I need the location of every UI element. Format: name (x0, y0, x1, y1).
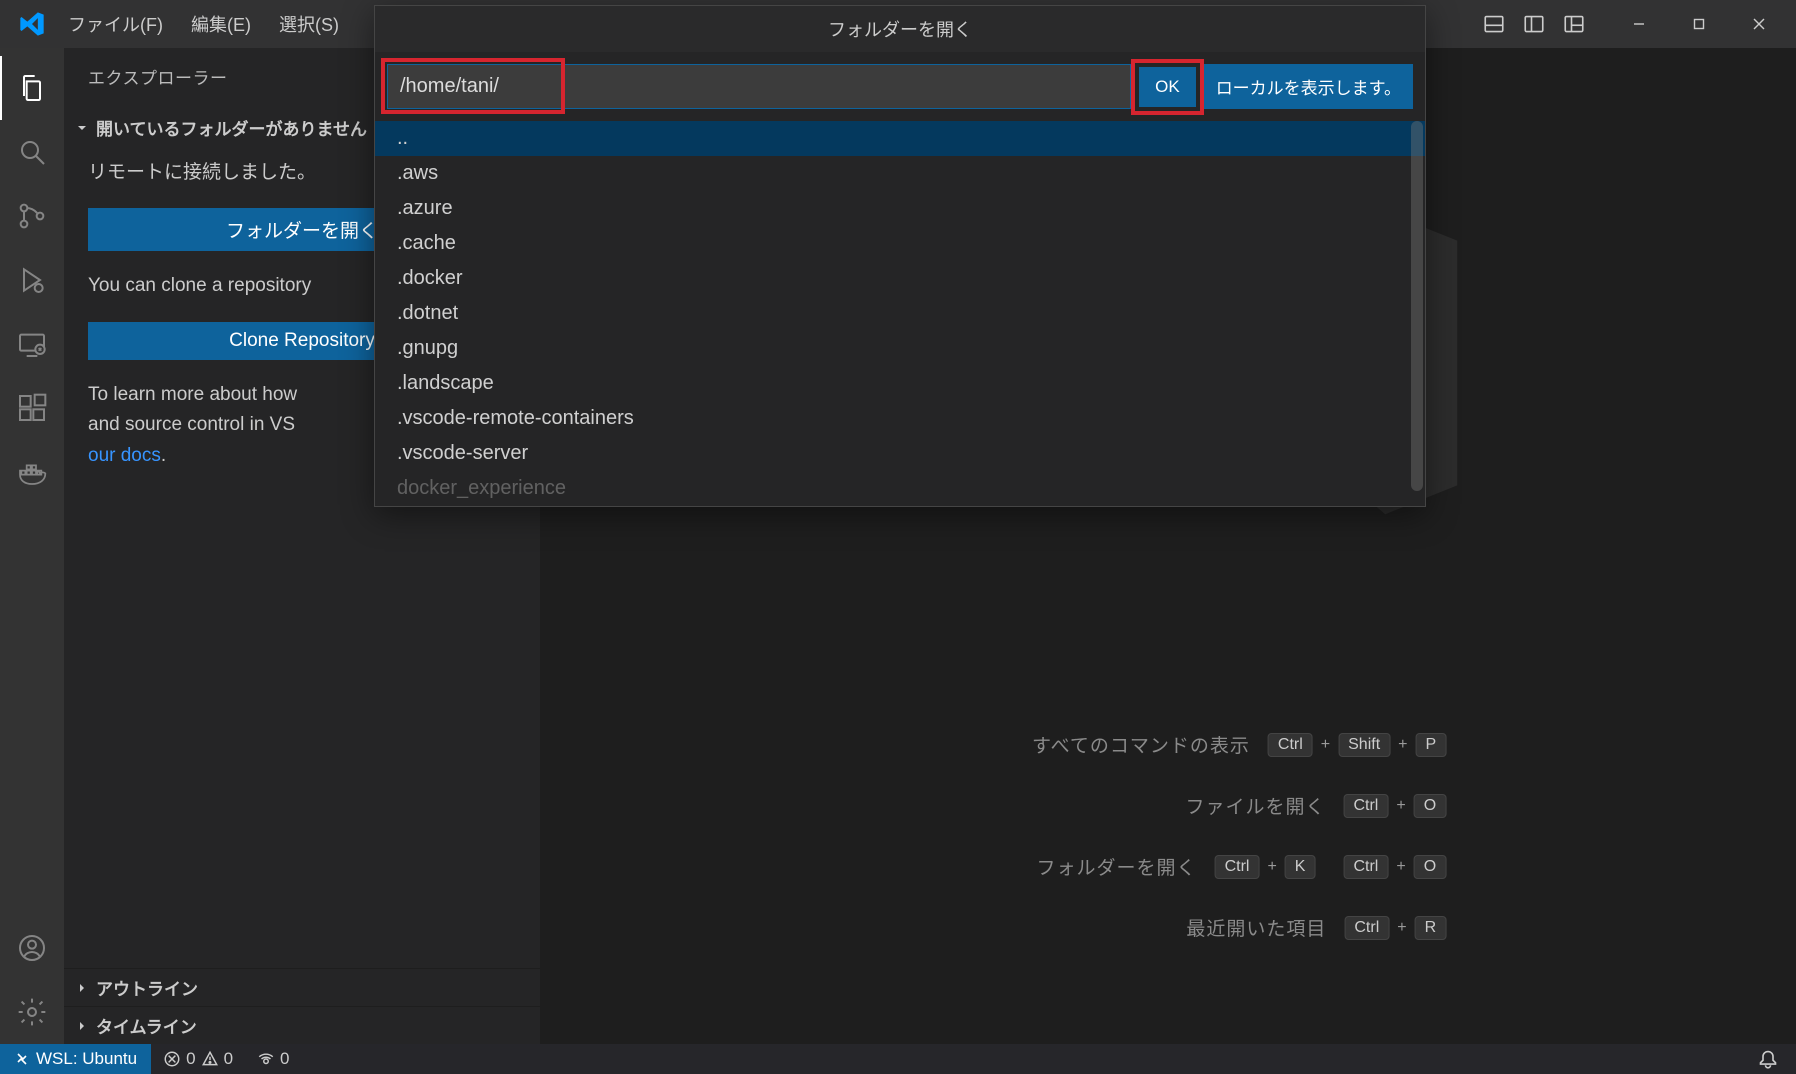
customize-layout-icon[interactable] (1558, 8, 1590, 40)
shortcut-open-folder: フォルダーを開く Ctrl+ K Ctrl+ O (967, 853, 1447, 880)
settings-gear-icon[interactable] (0, 980, 64, 1044)
list-item[interactable]: .aws (375, 156, 1425, 191)
close-button[interactable] (1730, 0, 1788, 48)
chevron-down-icon (74, 120, 90, 136)
run-debug-icon[interactable] (0, 248, 64, 312)
shortcut-show-all-commands: すべてのコマンドの表示 Ctrl+ Shift+ P (967, 731, 1447, 758)
list-item[interactable]: docker_experience (375, 471, 1425, 506)
open-folder-dialog: フォルダーを開く OK ローカルを表示します。 .. .aws .azure .… (374, 5, 1426, 507)
list-item[interactable]: .dotnet (375, 296, 1425, 331)
show-local-button[interactable]: ローカルを表示します。 (1204, 64, 1413, 109)
list-item[interactable]: .azure (375, 191, 1425, 226)
outline-section[interactable]: アウトライン (64, 968, 540, 1006)
remote-indicator[interactable]: WSL: Ubuntu (0, 1044, 151, 1074)
search-icon[interactable] (0, 120, 64, 184)
ok-button[interactable]: OK (1139, 67, 1196, 107)
list-item[interactable]: .gnupg (375, 331, 1425, 366)
toggle-panel-icon[interactable] (1478, 8, 1510, 40)
shortcut-open-file: ファイルを開く Ctrl+ O (967, 792, 1447, 819)
problems-indicator[interactable]: 0 0 (151, 1049, 245, 1069)
folder-path-input[interactable] (387, 64, 1131, 109)
maximize-button[interactable] (1670, 0, 1728, 48)
welcome-shortcuts: すべてのコマンドの表示 Ctrl+ Shift+ P ファイルを開く Ctrl+… (967, 731, 1447, 941)
chevron-right-icon (74, 1018, 90, 1034)
dialog-title: フォルダーを開く (375, 6, 1425, 52)
list-item[interactable]: .. (375, 121, 1425, 156)
vscode-logo-icon (18, 10, 46, 38)
source-control-icon[interactable] (0, 184, 64, 248)
docs-link[interactable]: our docs (88, 445, 161, 466)
sidebar-footer: アウトライン タイムライン (64, 968, 540, 1044)
explorer-icon[interactable] (0, 56, 64, 120)
list-item[interactable]: .cache (375, 226, 1425, 261)
minimize-button[interactable] (1610, 0, 1668, 48)
accounts-icon[interactable] (0, 916, 64, 980)
menu-edit[interactable]: 編集(E) (179, 5, 263, 43)
menu-file[interactable]: ファイル(F) (56, 5, 175, 43)
activity-bar (0, 48, 64, 1044)
list-item[interactable]: .vscode-server (375, 436, 1425, 471)
toggle-sidebar-icon[interactable] (1518, 8, 1550, 40)
timeline-label: タイムライン (96, 1013, 197, 1038)
layout-controls (1478, 8, 1590, 40)
menu-bar: ファイル(F) 編集(E) 選択(S) (56, 5, 351, 43)
list-item[interactable]: .vscode-remote-containers (375, 401, 1425, 436)
status-bar: WSL: Ubuntu 0 0 0 (0, 1044, 1796, 1074)
menu-selection[interactable]: 選択(S) (267, 5, 351, 43)
extensions-icon[interactable] (0, 376, 64, 440)
shortcut-recent: 最近開いた項目 Ctrl+ R (967, 914, 1447, 941)
list-item[interactable]: .landscape (375, 366, 1425, 401)
outline-label: アウトライン (96, 975, 198, 1000)
timeline-section[interactable]: タイムライン (64, 1006, 540, 1044)
ports-indicator[interactable]: 0 (245, 1049, 301, 1069)
no-folder-label: 開いているフォルダーがありません (96, 115, 367, 140)
list-item[interactable]: .docker (375, 261, 1425, 296)
notifications-bell-icon[interactable] (1740, 1049, 1796, 1069)
chevron-right-icon (74, 980, 90, 996)
remote-label: WSL: Ubuntu (36, 1049, 137, 1069)
window-controls (1610, 0, 1788, 48)
remote-explorer-icon[interactable] (0, 312, 64, 376)
scrollbar[interactable] (1411, 121, 1423, 491)
docker-icon[interactable] (0, 440, 64, 504)
folder-list: .. .aws .azure .cache .docker .dotnet .g… (375, 121, 1425, 506)
